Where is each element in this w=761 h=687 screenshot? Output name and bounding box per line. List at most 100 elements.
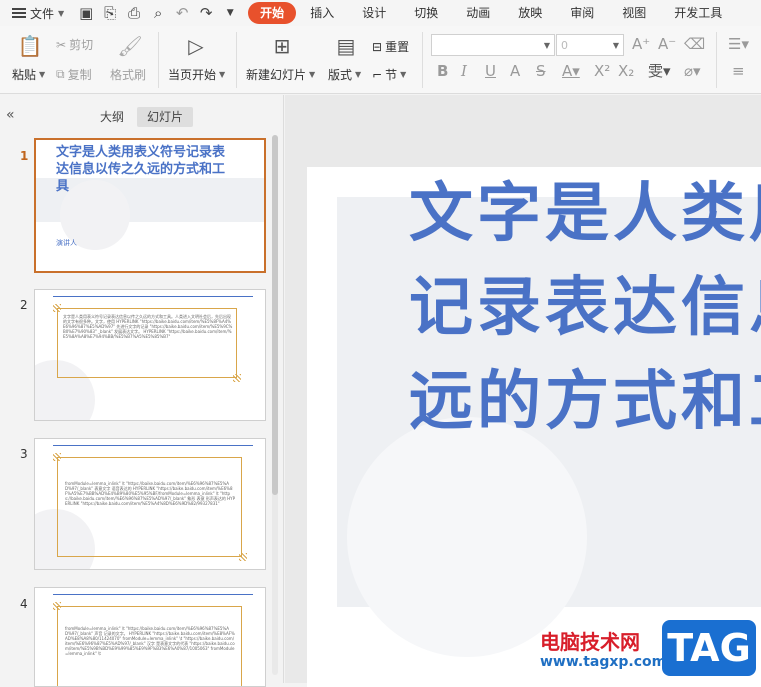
slide-thumbnail-3[interactable]: fromModule=lemma_inlink" \t "https://bai… bbox=[34, 438, 266, 570]
slide-decoration-circle bbox=[347, 417, 587, 657]
export-icon[interactable]: ⎘ bbox=[102, 5, 118, 21]
slide-thumbnail-4[interactable]: fromModule=lemma_inlink" \t "https://bai… bbox=[34, 587, 266, 687]
font-name-combo[interactable]: ▼ bbox=[431, 34, 555, 56]
layout-icon: ▤ bbox=[336, 34, 356, 58]
increase-font-icon[interactable]: A⁺ bbox=[632, 37, 650, 52]
thumb-body: fromModule=lemma_inlink" \t "https://bai… bbox=[65, 626, 235, 656]
thumb-corner-mark bbox=[233, 374, 241, 382]
bold-icon[interactable]: B bbox=[437, 64, 448, 79]
slide-number: 1 bbox=[20, 149, 29, 163]
file-menu-label: 文件 bbox=[30, 6, 55, 21]
editing-area: 文字是人类用 记录表达信息 远的方式和工 bbox=[285, 95, 761, 687]
brush-icon: 🖌 bbox=[117, 34, 143, 58]
strikethrough-icon[interactable]: S bbox=[536, 64, 546, 79]
section-label: 节 bbox=[385, 68, 398, 82]
tab-review[interactable]: 审阅 bbox=[556, 2, 608, 24]
slide-thumbnail-1[interactable]: 文字是人类用表义符号记录表达信息以传之久远的方式和工具 演讲人 bbox=[34, 138, 266, 273]
divider bbox=[422, 32, 423, 88]
tab-outline[interactable]: 大纲 bbox=[90, 107, 134, 127]
thumb-corner-mark bbox=[239, 553, 247, 561]
slide-canvas[interactable]: 文字是人类用 记录表达信息 远的方式和工 bbox=[307, 167, 761, 687]
customize-icon[interactable]: ▼ bbox=[222, 5, 238, 21]
divider bbox=[158, 32, 159, 88]
tab-home[interactable]: 开始 bbox=[248, 2, 297, 24]
slide-panel: « 大纲 幻灯片 1 文字是人类用表义符号记录表达信息以传之久远的方式和工具 演… bbox=[0, 95, 284, 687]
play-icon: ▷ bbox=[188, 34, 204, 58]
highlight-icon[interactable]: ⌀▾ bbox=[684, 64, 701, 79]
shadow-icon[interactable]: A bbox=[510, 64, 520, 79]
divider bbox=[236, 32, 237, 88]
format-painter-button[interactable]: 格式刷 bbox=[110, 66, 146, 83]
thumb-corner-mark bbox=[53, 304, 61, 312]
slide-number: 3 bbox=[20, 447, 28, 461]
watermark-url: www.tagxp.com bbox=[540, 654, 667, 670]
panel-scrollbar-thumb[interactable] bbox=[272, 135, 278, 495]
underline-icon[interactable]: U bbox=[485, 64, 496, 79]
phonetic-icon[interactable]: 雯▾ bbox=[648, 64, 671, 79]
tab-view[interactable]: 视图 bbox=[608, 2, 660, 24]
undo-icon[interactable]: ↶ bbox=[174, 5, 190, 21]
collapse-panel-icon[interactable]: « bbox=[6, 107, 15, 123]
layout-button[interactable]: 版式 ▼ bbox=[328, 66, 361, 83]
watermark-tag-logo: TAG bbox=[662, 620, 756, 676]
new-slide-button[interactable]: 新建幻灯片 ▼ bbox=[246, 66, 315, 83]
print-preview-icon[interactable]: ⌕ bbox=[150, 5, 166, 21]
font-size-value: 0 bbox=[561, 38, 568, 52]
reset-button[interactable]: ⊟ 重置 bbox=[372, 38, 409, 55]
chevron-down-icon: ▼ bbox=[355, 70, 362, 79]
section-button[interactable]: ⌐ 节 ▼ bbox=[372, 66, 406, 83]
thumb-rule bbox=[53, 445, 253, 446]
copy-icon: ⧉ bbox=[56, 67, 65, 81]
thumb-rule bbox=[53, 594, 253, 595]
paste-button[interactable]: 粘贴 ▼ bbox=[12, 66, 45, 83]
tab-insert[interactable]: 插入 bbox=[296, 2, 348, 24]
slide-title-line-2: 记录表达信息 bbox=[409, 271, 761, 345]
from-current-button[interactable]: 当页开始 ▼ bbox=[168, 66, 225, 83]
tab-slideshow[interactable]: 放映 bbox=[504, 2, 556, 24]
chevron-down-icon: ▼ bbox=[612, 40, 619, 50]
tab-design[interactable]: 设计 bbox=[348, 2, 400, 24]
save-icon[interactable]: ▣ bbox=[78, 5, 94, 21]
thumb-title: 文字是人类用表义符号记录表达信息以传之久远的方式和工具 bbox=[56, 145, 226, 194]
cut-button[interactable]: ✂ 剪切 bbox=[56, 36, 93, 53]
subscript-icon[interactable]: X₂ bbox=[618, 64, 634, 79]
layout-label: 版式 bbox=[328, 68, 353, 82]
font-size-combo[interactable]: 0 ▼ bbox=[556, 34, 624, 56]
thumb-rule bbox=[53, 296, 253, 297]
paste-icon[interactable]: 📋 bbox=[18, 34, 43, 58]
thumb-body: 文字是人类用表义符号记录表达信息以传之久远的方式和工具。人类进入文明社会后，先后… bbox=[63, 314, 233, 339]
quick-access-toolbar: ▣ ⎘ ⎙ ⌕ ↶ ↷ ▼ bbox=[78, 5, 238, 21]
thumb-speaker: 演讲人 bbox=[56, 239, 77, 247]
chevron-down-icon: ▼ bbox=[309, 70, 316, 79]
copy-label: 复制 bbox=[67, 68, 92, 82]
print-icon[interactable]: ⎙ bbox=[126, 5, 142, 21]
bullet-list-icon[interactable]: ☰▾ bbox=[728, 37, 749, 52]
thumb-corner-mark bbox=[53, 453, 61, 461]
cut-label: 剪切 bbox=[69, 38, 94, 52]
redo-icon[interactable]: ↷ bbox=[198, 5, 214, 21]
copy-button[interactable]: ⧉ 复制 bbox=[56, 66, 92, 83]
slide-title-line-1: 文字是人类用 bbox=[409, 177, 761, 251]
reset-icon: ⊟ bbox=[372, 39, 383, 54]
menu-bar: 文件 ▼ ▣ ⎘ ⎙ ⌕ ↶ ↷ ▼ 开始 插入 设计 切换 动画 放映 审阅 … bbox=[0, 0, 761, 26]
align-left-icon[interactable]: ≡ bbox=[732, 64, 745, 79]
italic-icon[interactable]: I bbox=[461, 64, 467, 79]
ribbon-tabs: 开始 插入 设计 切换 动画 放映 审阅 视图 开发工具 bbox=[248, 2, 722, 24]
slide-title[interactable]: 文字是人类用 记录表达信息 远的方式和工 bbox=[409, 167, 761, 449]
panel-scrollbar[interactable] bbox=[272, 135, 278, 675]
slide-thumbnail-2[interactable]: 文字是人类用表义符号记录表达信息以传之久远的方式和工具。人类进入文明社会后，先后… bbox=[34, 289, 266, 421]
new-slide-icon: ⊞ bbox=[273, 34, 291, 58]
superscript-icon[interactable]: X² bbox=[594, 64, 610, 79]
slide-number: 2 bbox=[20, 298, 28, 312]
format-painter-label: 格式刷 bbox=[110, 68, 147, 82]
watermark-site-name: 电脑技术网 bbox=[540, 630, 640, 654]
clear-format-icon[interactable]: ⌫ bbox=[684, 37, 705, 52]
font-color-icon[interactable]: A▾ bbox=[562, 64, 580, 79]
tab-slides[interactable]: 幻灯片 bbox=[137, 107, 194, 127]
tab-transitions[interactable]: 切换 bbox=[400, 2, 452, 24]
file-menu[interactable]: 文件 ▼ bbox=[0, 0, 64, 26]
tab-developer[interactable]: 开发工具 bbox=[660, 2, 722, 24]
chevron-down-icon: ▼ bbox=[400, 70, 407, 79]
tab-animation[interactable]: 动画 bbox=[452, 2, 504, 24]
decrease-font-icon[interactable]: A⁻ bbox=[658, 37, 676, 52]
